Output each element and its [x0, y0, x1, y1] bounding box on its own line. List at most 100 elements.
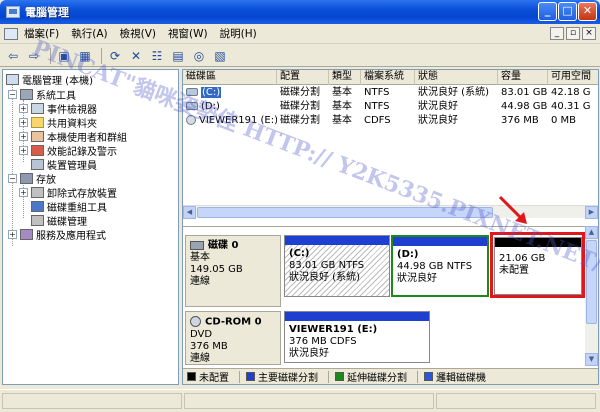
partition-body: (C:) 83.01 GB NTFS 狀況良好 (系統) — [285, 245, 389, 287]
table-row[interactable]: (D:) 磁碟分割 基本 NTFS 狀況良好 44.98 GB 40.31 G — [183, 100, 598, 114]
tree-item-local-users[interactable]: + 本機使用者和群組 — [19, 129, 127, 144]
partition-body: (D:) 44.98 GB NTFS 狀況良好 — [393, 246, 487, 288]
disk-type: DVD — [190, 328, 213, 340]
disk-graphical-view: 磁碟 0 基本 149.05 GB 連線 (C:) 83.01 GB NTFS … — [183, 226, 585, 366]
partition-c[interactable]: (C:) 83.01 GB NTFS 狀況良好 (系統) — [284, 235, 390, 297]
shared-folder-icon — [31, 116, 44, 128]
expand-toggle[interactable]: + — [19, 103, 28, 113]
horizontal-scroll-thumb[interactable] — [197, 207, 493, 218]
minimize-button[interactable]: _ — [538, 2, 557, 21]
collapse-toggle[interactable]: − — [8, 173, 17, 183]
expand-toggle[interactable]: + — [19, 117, 28, 127]
disk-0-label[interactable]: 磁碟 0 基本 149.05 GB 連線 — [185, 235, 281, 307]
table-row[interactable]: (C:) 磁碟分割 基本 NTFS 狀況良好 (系統) 83.01 GB 42.… — [183, 86, 598, 100]
type-cell: 基本 — [332, 87, 352, 98]
tree-connector — [12, 84, 13, 246]
title-bar: 電腦管理 _ □ ✕ — [0, 0, 600, 24]
tree-item-label: 本機使用者和群組 — [47, 132, 127, 144]
partition-status: 狀況良好 (系統) — [289, 272, 360, 283]
table-row[interactable]: VIEWER191 (E:) 磁碟分割 基本 CDFS 狀況良好 376 MB … — [183, 114, 598, 128]
tree-item-disk-defragmenter[interactable]: 磁碟重組工具 — [31, 199, 107, 214]
status-cell: 狀況良好 (系統) — [418, 87, 489, 98]
scroll-up-arrow-icon[interactable]: ▲ — [585, 226, 598, 239]
mdi-minimize-button[interactable]: _ — [550, 27, 564, 40]
status-cell — [2, 393, 182, 409]
primary-partition-bar — [285, 236, 389, 245]
menu-window[interactable]: 視窗(W) — [168, 26, 208, 41]
column-header-filesystem[interactable]: 檔案系統 — [361, 70, 415, 85]
partition-name: (C:) — [289, 248, 310, 259]
status-cell — [436, 393, 596, 409]
horizontal-scrollbar[interactable]: ◀ ▶ — [183, 205, 598, 219]
mmc-system-icon[interactable] — [4, 27, 18, 40]
partition-e[interactable]: VIEWER191 (E:) 376 MB CDFS 狀況良好 — [284, 311, 430, 363]
menu-help[interactable]: 說明(H) — [220, 26, 257, 41]
primary-partition-bar — [285, 312, 429, 321]
show-tree-icon[interactable]: ▦ — [76, 47, 94, 65]
tree-item-removable-storage[interactable]: + 卸除式存放裝置 — [19, 185, 117, 200]
up-folder-icon[interactable]: ▣ — [55, 47, 73, 65]
mdi-close-button[interactable]: × — [582, 27, 596, 40]
toolbar: ⇦ ⇨ ▣ ▦ ⟳ ✕ ☷ ▤ ◎ ▧ — [0, 45, 600, 67]
free-space-cell: 40.31 G — [551, 101, 591, 112]
disk-status: 連線 — [190, 352, 210, 364]
expand-toggle[interactable]: + — [19, 145, 28, 155]
delete-icon[interactable]: ✕ — [127, 47, 145, 65]
tree-item-label: 服務及應用程式 — [36, 230, 106, 242]
menu-file[interactable]: 檔案(F) — [24, 26, 59, 41]
disk-name: 磁碟 0 — [208, 240, 239, 251]
column-header-status[interactable]: 狀態 — [415, 70, 498, 85]
layout-cell: 磁碟分割 — [280, 101, 320, 112]
column-header-capacity[interactable]: 容量 — [498, 70, 548, 85]
column-header-layout[interactable]: 配置 — [277, 70, 329, 85]
filesystem-cell: NTFS — [364, 87, 390, 98]
mdi-restore-button[interactable]: ▫ — [566, 27, 580, 40]
help-icon[interactable]: ▤ — [169, 47, 187, 65]
scroll-down-arrow-icon[interactable]: ▼ — [585, 353, 598, 366]
close-button[interactable]: ✕ — [578, 2, 597, 21]
expand-toggle[interactable]: + — [19, 187, 28, 197]
scroll-right-arrow-icon[interactable]: ▶ — [585, 206, 598, 219]
tree-item-shared-folders[interactable]: + 共用資料夾 — [19, 115, 97, 130]
maximize-button[interactable]: □ — [558, 2, 577, 21]
search-icon[interactable]: ◎ — [190, 47, 208, 65]
column-header-type[interactable]: 類型 — [329, 70, 361, 85]
highlight-box — [490, 232, 585, 298]
status-cell — [184, 393, 434, 409]
export-icon[interactable]: ▧ — [211, 47, 229, 65]
tree-item-storage[interactable]: − 存放 — [8, 171, 56, 186]
properties-icon[interactable]: ☷ — [148, 47, 166, 65]
expand-toggle[interactable]: + — [19, 131, 28, 141]
window-title: 電腦管理 — [25, 6, 69, 19]
cdrom-0-label[interactable]: CD-ROM 0 DVD 376 MB 連線 — [185, 311, 281, 365]
tree-item-event-viewer[interactable]: + 事件檢視器 — [19, 101, 97, 116]
menu-action[interactable]: 執行(A) — [71, 26, 107, 41]
scroll-left-arrow-icon[interactable]: ◀ — [183, 206, 196, 219]
capacity-cell: 44.98 GB — [501, 101, 548, 112]
partition-d[interactable]: (D:) 44.98 GB NTFS 狀況良好 — [391, 235, 489, 297]
forward-arrow-icon[interactable]: ⇨ — [25, 47, 43, 65]
column-header-volume[interactable]: 磁碟區 — [183, 70, 277, 85]
menu-view[interactable]: 檢視(V) — [120, 26, 156, 41]
tree-item-performance-logs[interactable]: + 效能記錄及警示 — [19, 143, 117, 158]
vertical-scrollbar[interactable]: ▲ ▼ — [585, 226, 598, 366]
volume-name: VIEWER191 (E:) — [199, 115, 277, 126]
tree-item-services-applications[interactable]: + 服務及應用程式 — [8, 227, 106, 242]
disk-status: 連線 — [190, 276, 210, 287]
tree-item-disk-management[interactable]: 磁碟管理 — [31, 213, 87, 228]
vertical-scroll-thumb[interactable] — [586, 240, 597, 324]
refresh-icon[interactable]: ⟳ — [106, 47, 124, 65]
computer-management-icon — [6, 6, 20, 18]
tree-item-label: 事件檢視器 — [47, 104, 97, 116]
details-pane: 磁碟區 配置 類型 檔案系統 狀態 容量 可用空間 (C:) 磁碟分割 基本 N… — [182, 69, 599, 385]
tree-item-device-manager[interactable]: 裝置管理員 — [31, 157, 97, 172]
legend-separator — [239, 370, 240, 383]
tree-item-system-tools[interactable]: − 系統工具 — [8, 87, 76, 102]
back-arrow-icon[interactable]: ⇦ — [4, 47, 22, 65]
tree-item-label: 存放 — [36, 174, 56, 186]
volume-name: (C:) — [201, 87, 222, 98]
column-header-free-space[interactable]: 可用空間 — [548, 70, 598, 85]
collapse-toggle[interactable]: − — [8, 89, 17, 99]
tree-item-computer-management[interactable]: 電腦管理 (本機) — [6, 72, 93, 87]
expand-toggle[interactable]: + — [8, 229, 17, 239]
